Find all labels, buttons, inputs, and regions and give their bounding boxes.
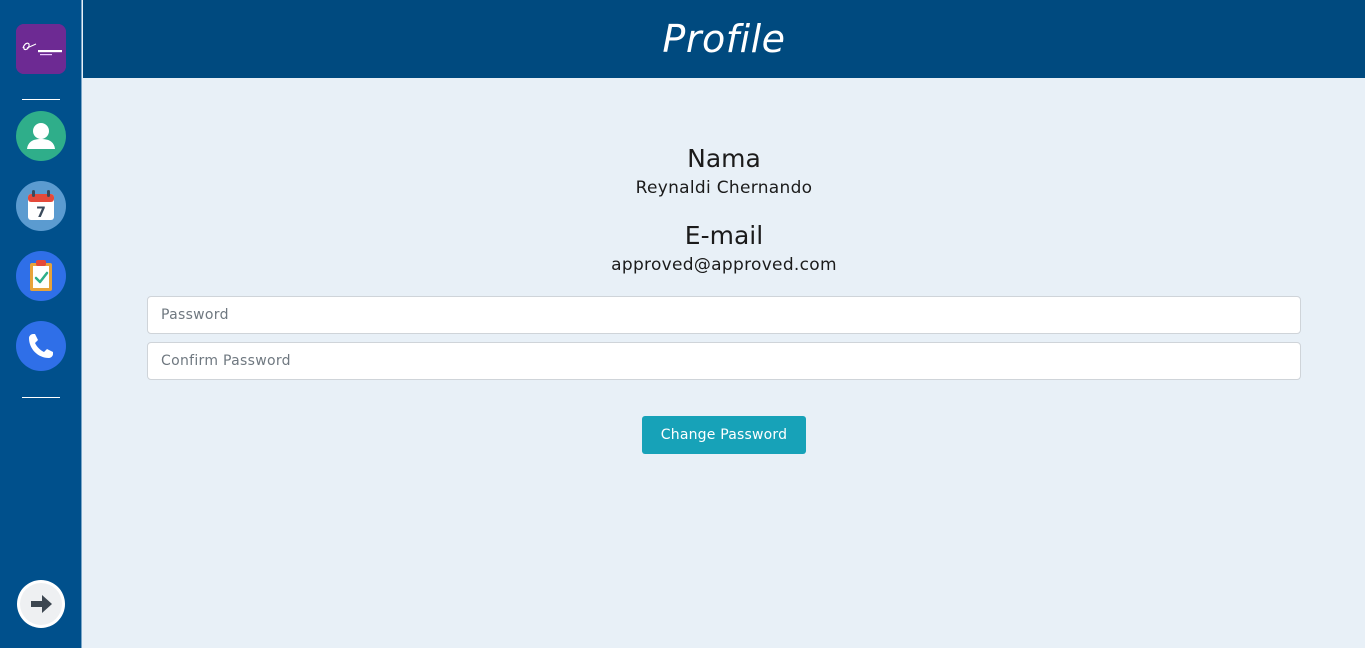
sidebar-item-profile[interactable]	[16, 111, 66, 161]
name-label: Nama	[687, 144, 761, 173]
name-value: Reynaldi Chernando	[635, 178, 813, 198]
sidebar-divider-bottom	[22, 397, 60, 398]
sidebar-item-contact[interactable]	[16, 321, 66, 371]
user-icon	[16, 111, 66, 161]
clipboard-check-icon	[16, 251, 66, 301]
sidebar-item-calendar[interactable]: 7	[16, 181, 66, 231]
email-value: approved@approved.com	[611, 255, 837, 275]
arrow-right-icon	[17, 580, 65, 628]
sidebar-item-tasks[interactable]	[16, 251, 66, 301]
svg-text:7: 7	[36, 205, 46, 221]
app-logo[interactable]	[16, 24, 66, 74]
email-label: E-mail	[684, 221, 764, 250]
sidebar: 7	[0, 0, 82, 648]
calendar-icon: 7	[16, 181, 66, 231]
change-password-button[interactable]: Change Password	[642, 416, 806, 454]
profile-panel: Nama Reynaldi Chernando E-mail approved@…	[83, 78, 1365, 648]
confirm-password-input[interactable]	[147, 342, 1301, 380]
phone-icon	[16, 321, 66, 371]
password-input[interactable]	[147, 296, 1301, 334]
page-title: Profile	[662, 17, 786, 61]
logout-button[interactable]	[17, 580, 65, 628]
page-header: Profile	[83, 0, 1365, 78]
sidebar-divider-top	[22, 99, 60, 100]
logo-mark-icon	[16, 24, 66, 74]
